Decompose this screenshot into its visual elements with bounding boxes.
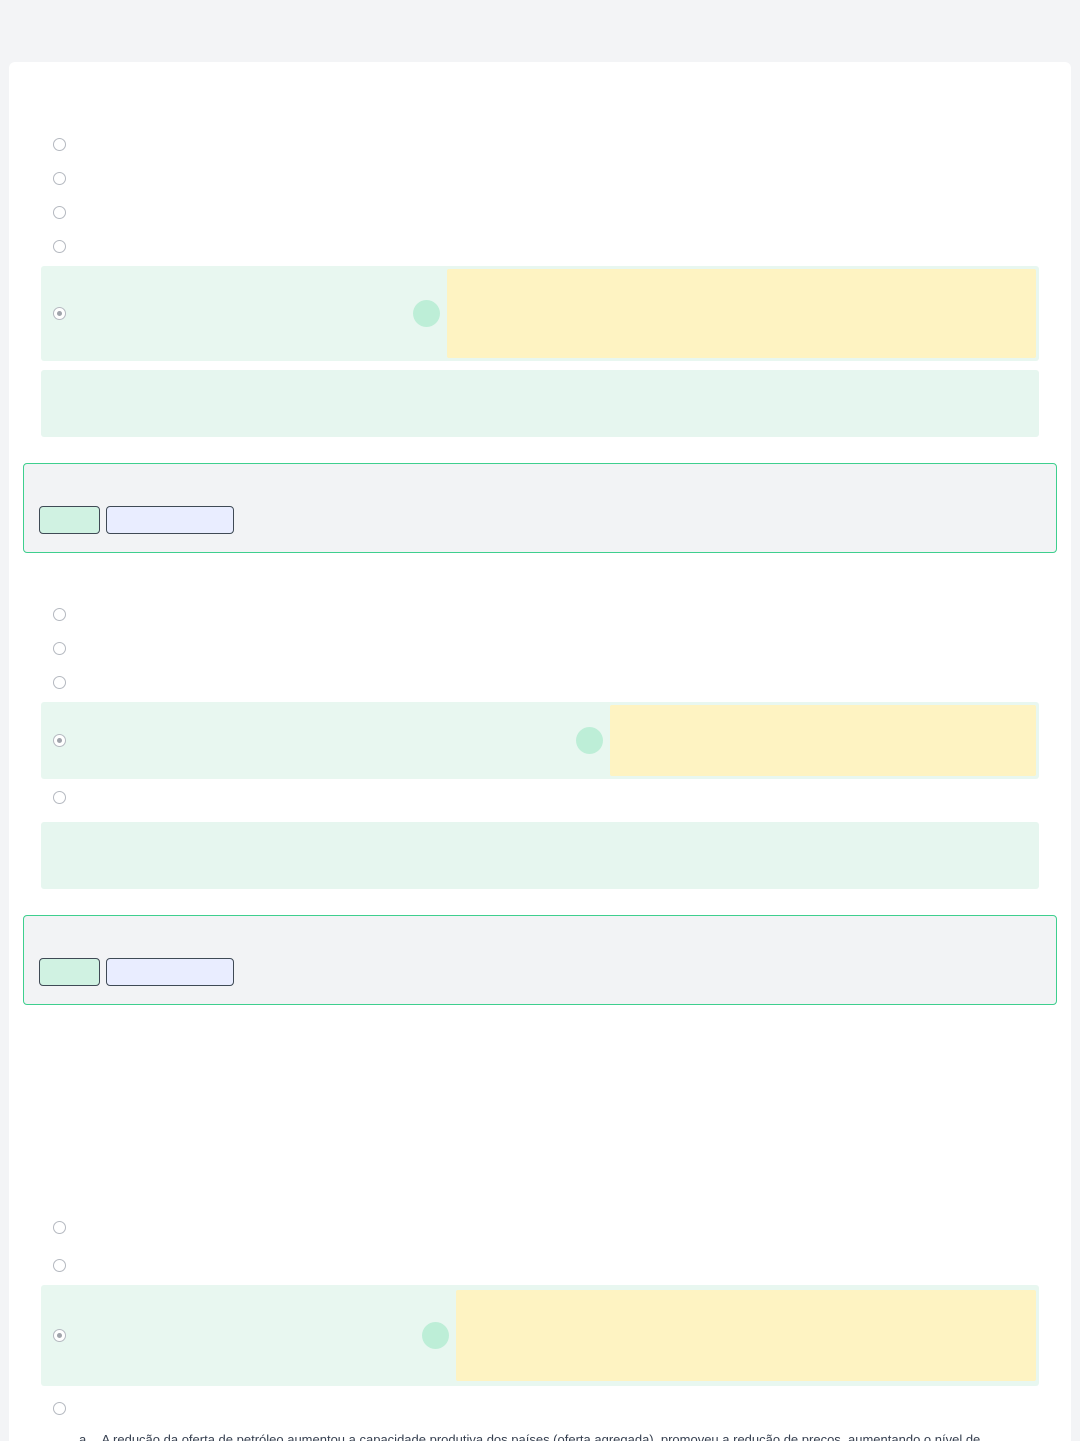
option-radio-5-selected[interactable] [53,307,66,320]
option-radio-1[interactable] [53,1221,66,1234]
selected-option-row[interactable] [41,1285,1039,1386]
selected-option-row[interactable] [41,702,1039,779]
option-radio-2[interactable] [53,172,66,185]
option-radio-2[interactable] [53,642,66,655]
explanation-box [41,370,1039,437]
feedback-panel [23,915,1057,1005]
answer-highlight [610,705,1036,776]
selected-option-row[interactable] [41,266,1039,361]
option-text: a. A redução da oferta de petróleo aumen… [79,1431,1039,1441]
feedback-primary-button[interactable] [39,506,100,534]
option-radio-4[interactable] [53,1402,66,1415]
feedback-secondary-button[interactable] [106,506,234,534]
correct-indicator-icon [422,1322,449,1349]
option-radio-1[interactable] [53,138,66,151]
feedback-secondary-button[interactable] [106,958,234,986]
option-radio-2[interactable] [53,1259,66,1272]
option-radio-4-selected[interactable] [53,734,66,747]
option-radio-5[interactable] [53,791,66,804]
option-radio-1[interactable] [53,608,66,621]
option-label: A redução da oferta de petróleo aumentou… [101,1432,981,1441]
option-marker: a. [79,1432,90,1441]
option-radio-4[interactable] [53,240,66,253]
correct-indicator-icon [576,727,603,754]
correct-indicator-icon [413,300,440,327]
option-radio-3[interactable] [53,206,66,219]
option-radio-3-selected[interactable] [53,1329,66,1342]
answer-highlight [447,269,1036,358]
feedback-panel [23,463,1057,553]
explanation-box [41,822,1039,889]
feedback-primary-button[interactable] [39,958,100,986]
answer-highlight [456,1290,1036,1381]
option-radio-3[interactable] [53,676,66,689]
